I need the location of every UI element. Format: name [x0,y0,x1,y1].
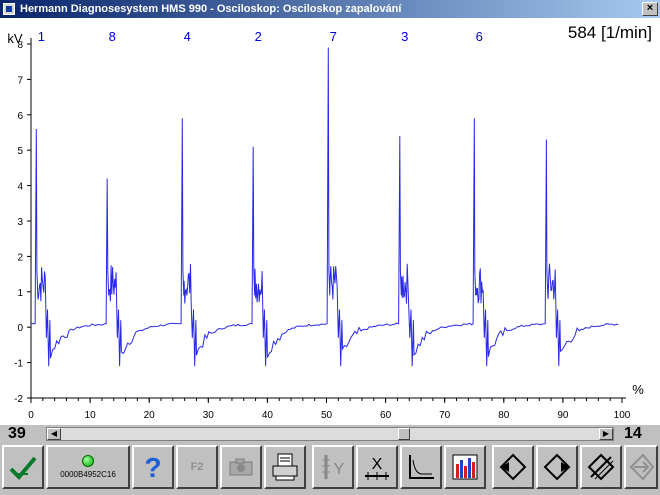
ignition-trace [30,47,619,367]
print-button[interactable] [264,445,306,489]
x-tick-label: 70 [439,410,451,421]
scroll-row: 39 ◀ ▶ 14 [0,425,660,443]
y-tick-label: -1 [14,359,23,370]
status-id: 0000B4952C16 [60,470,116,479]
exit-button[interactable] [624,445,658,489]
scroll-thumb[interactable] [397,428,410,440]
bottom-toolbar: 0000B4952C16 ? F2 Y X [0,443,660,495]
y-tick-label: 7 [17,75,23,86]
bar-graph-icon [452,454,478,480]
close-button[interactable]: × [642,2,658,16]
x-tick-label: 40 [262,410,274,421]
cylinder-label: 8 [109,29,116,44]
svg-text:X: X [372,456,383,473]
cylinder-label: 7 [330,29,337,44]
y-tick-label: 1 [17,288,23,299]
bar-graph-button[interactable] [444,445,486,489]
printer-icon [272,453,298,481]
svg-text:Y: Y [334,461,345,478]
scroll-right-value: 14 [624,425,642,442]
camera-button[interactable] [220,445,262,489]
help-button[interactable]: ? [132,445,174,489]
x-tick-label: 50 [321,410,333,421]
x-tick-label: 20 [144,410,156,421]
status-led-icon [82,455,94,467]
curve-button[interactable] [400,445,442,489]
y-tick-label: 2 [17,252,23,263]
cylinder-label: 2 [255,29,262,44]
diamond-left-icon [499,453,527,481]
f2-button[interactable]: F2 [176,445,218,489]
y-tick-label: -2 [14,394,23,405]
rpm-readout: 584 [1/min] [568,23,652,42]
help-icon: ? [144,452,161,482]
svg-text:?: ? [144,452,161,482]
y-tick-label: 4 [17,182,23,193]
title-bar: Hermann Diagnosesystem HMS 990 - Oscilos… [0,0,660,18]
check-icon [9,456,37,480]
oscilloscope-plot: kV% -2 -1 0 1 2 3 4 5 6 7 8 0 10 20 30 40 50 60 70 80 90 100 1… [0,18,660,425]
y-scale-button[interactable]: Y [312,445,354,489]
y-tick-label: 0 [17,323,23,334]
crossed-diamond-icon [587,453,615,481]
x-axis-label: % [632,382,644,397]
ignition-chart: kV%-2-10123456780 10 20 30 40 50 60 70 80 90 100 1… [7,23,652,421]
scroll-right-button[interactable]: ▶ [599,428,613,440]
diamond-right-icon [543,453,571,481]
y-tick-label: 6 [17,111,23,122]
status-button[interactable]: 0000B4952C16 [46,445,130,489]
x-tick-label: 30 [203,410,215,421]
x-scale-icon: X [365,456,389,480]
x-tick-label: 80 [498,410,510,421]
confirm-button[interactable] [2,445,44,489]
cylinder-label: 4 [184,29,191,44]
app-icon [3,3,15,15]
x-tick-label: 60 [380,410,392,421]
f2-label: F2 [190,461,204,473]
x-tick-label: 10 [85,410,97,421]
cylinder-label: 1 [38,29,45,44]
cylinder-label: 3 [401,29,408,44]
scroll-left-value: 39 [8,425,26,442]
next-button[interactable] [536,445,578,489]
scroll-left-button[interactable]: ◀ [47,428,61,440]
window-title: Hermann Diagnosesystem HMS 990 - Oscilos… [20,3,402,15]
x-scale-button[interactable]: X [356,445,398,489]
y-scale-icon: Y [322,455,345,479]
y-tick-label: 3 [17,217,23,228]
x-tick-label: 0 [28,410,34,421]
camera-icon [229,458,253,476]
cylinder-label: 6 [476,29,483,44]
exit-arrow-icon [629,453,654,481]
y-tick-label: 8 [17,40,23,51]
y-tick-label: 5 [17,146,23,157]
curve-icon [409,455,434,479]
horizontal-scrollbar[interactable]: ◀ ▶ [46,427,614,441]
x-tick-label: 100 [614,410,631,421]
x-tick-label: 90 [557,410,569,421]
previous-button[interactable] [492,445,534,489]
disable-button[interactable] [580,445,622,489]
